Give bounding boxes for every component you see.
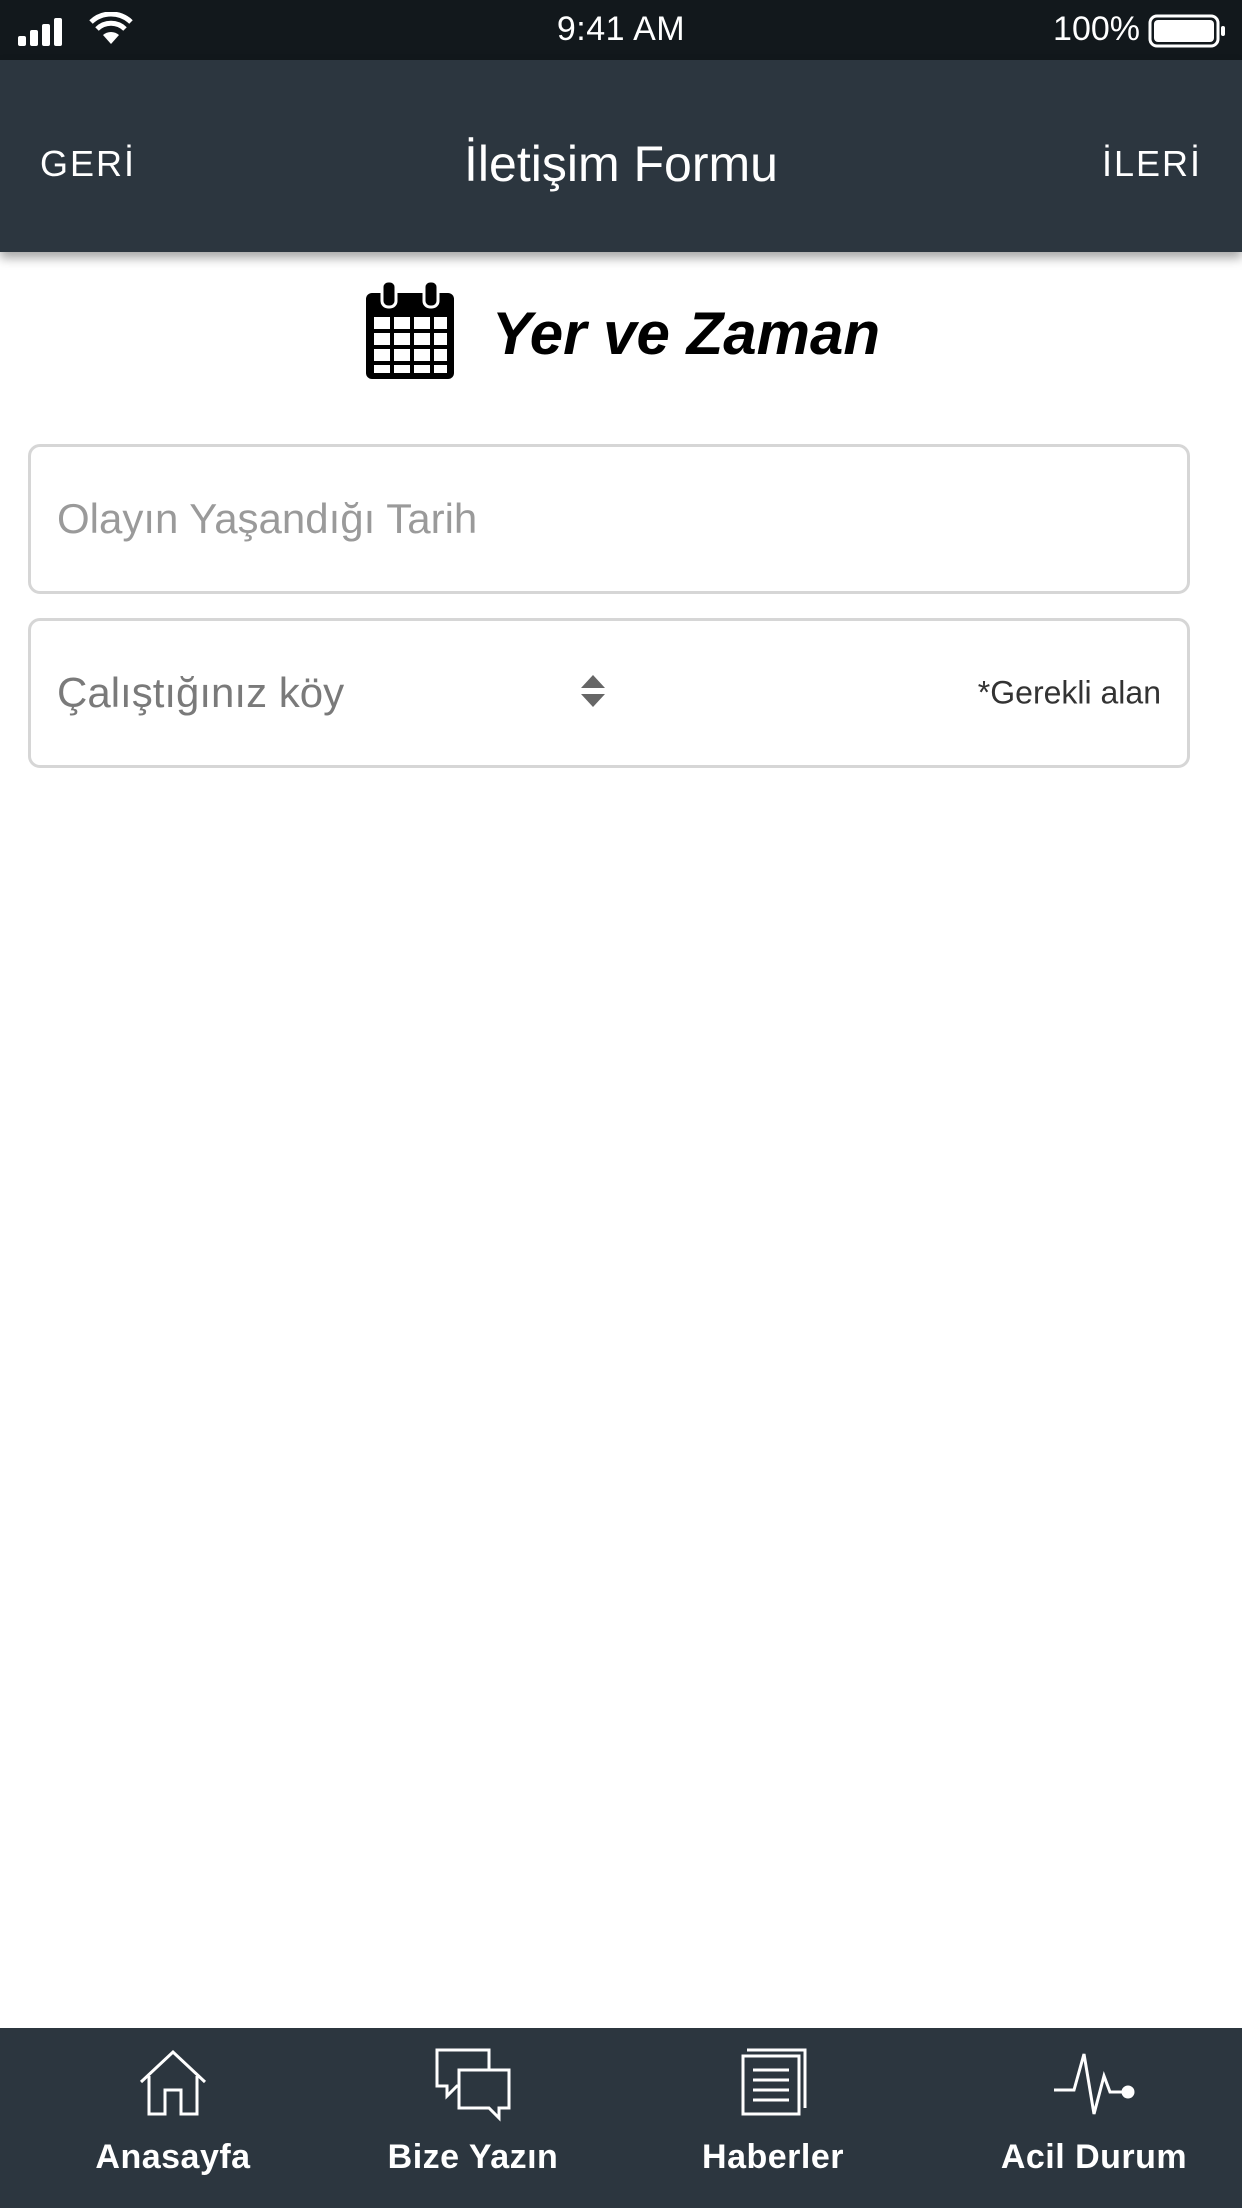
battery-percentage: 100% — [1053, 10, 1140, 48]
next-button[interactable]: İLERİ — [1102, 143, 1202, 185]
status-bar: 9:41 AM 100% — [0, 0, 1242, 60]
chat-icon — [433, 2046, 513, 2127]
navigation-bar: GERİ İletişim Formu İLERİ — [0, 60, 1242, 252]
tab-emergency[interactable]: Acil Durum — [946, 2028, 1242, 2208]
news-icon — [737, 2046, 809, 2123]
date-field[interactable]: Olayın Yaşandığı Tarih — [28, 444, 1190, 594]
tab-news-label: Haberler — [702, 2138, 844, 2176]
required-field-label: *Gerekli alan — [977, 674, 1161, 711]
tab-write-us-label: Bize Yazın — [387, 2138, 559, 2176]
tab-news[interactable]: Haberler — [600, 2028, 946, 2208]
village-select-placeholder: Çalıştığınız köy — [57, 669, 345, 716]
tab-home[interactable]: Anasayfa — [0, 2028, 346, 2208]
page-title: İletişim Formu — [464, 136, 778, 192]
date-field-placeholder: Olayın Yaşandığı Tarih — [57, 495, 478, 542]
tab-write-us[interactable]: Bize Yazın — [346, 2028, 600, 2208]
battery-icon — [1148, 14, 1228, 53]
tab-home-label: Anasayfa — [95, 2138, 251, 2176]
section-title: Yer ve Zaman — [492, 299, 880, 367]
tab-bar: Anasayfa Bize Yazın Haberler Acil Durum — [0, 2028, 1242, 2208]
home-icon — [137, 2046, 209, 2123]
heartbeat-icon — [1052, 2046, 1136, 2123]
section-heading: Yer ve Zaman — [0, 278, 1242, 388]
calendar-icon — [362, 279, 458, 388]
village-select[interactable]: Çalıştığınız köy *Gerekli alan — [28, 618, 1190, 768]
select-arrows-icon — [579, 673, 607, 714]
tab-emergency-label: Acil Durum — [1000, 2138, 1188, 2176]
